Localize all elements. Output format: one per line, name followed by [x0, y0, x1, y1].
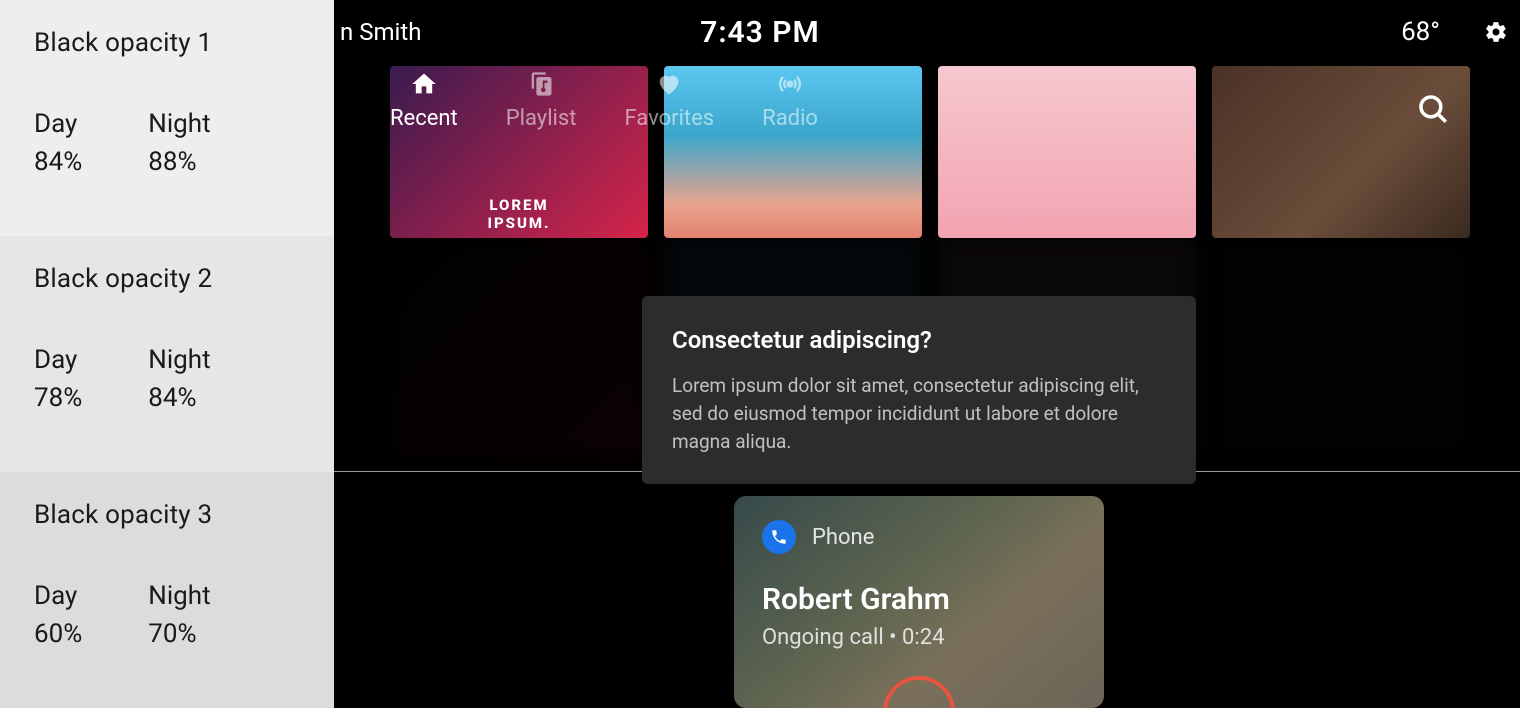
night-label: Night: [148, 106, 210, 144]
tile-label: LOREM IPSUM.: [487, 196, 550, 232]
end-call-button[interactable]: [883, 676, 955, 708]
opacity-sidebar: Black opacity 1 Day 84% Night 88% Black …: [0, 0, 334, 708]
opacity-title: Black opacity 1: [34, 28, 300, 58]
day-value: 84%: [34, 144, 82, 182]
tab-label: Playlist: [506, 106, 577, 131]
search-icon: [1416, 92, 1450, 126]
temperature: 68°: [1401, 17, 1440, 47]
night-label: Night: [148, 342, 210, 380]
dialog-body: Lorem ipsum dolor sit amet, consectetur …: [672, 372, 1166, 456]
tab-label: Favorites: [624, 106, 714, 131]
opacity-title: Black opacity 3: [34, 500, 300, 530]
user-name: n Smith: [340, 18, 421, 46]
call-status: Ongoing call • 0:24: [762, 625, 1076, 650]
phone-icon: [762, 520, 796, 554]
day-value: 78%: [34, 380, 82, 418]
day-label: Day: [34, 578, 82, 616]
dialog-card[interactable]: Consectetur adipiscing? Lorem ipsum dolo…: [642, 296, 1196, 484]
search-button[interactable]: [1416, 92, 1450, 130]
day-label: Day: [34, 342, 82, 380]
clock: 7:43 PM: [700, 15, 820, 50]
radio-icon: [776, 70, 804, 98]
opacity-block-3: Black opacity 3 Day 60% Night 70%: [0, 472, 334, 708]
night-value: 84%: [148, 380, 210, 418]
dialog-title: Consectetur adipiscing?: [672, 326, 1166, 354]
opacity-title: Black opacity 2: [34, 264, 300, 294]
media-tile[interactable]: [938, 66, 1196, 238]
tab-recent[interactable]: Recent: [390, 70, 458, 131]
playlist-icon: [527, 70, 555, 98]
caller-name: Robert Grahm: [762, 582, 1076, 617]
media-tabs: Recent Playlist Favorites Radio: [390, 70, 818, 131]
night-label: Night: [148, 578, 210, 616]
settings-icon[interactable]: [1480, 16, 1512, 48]
tab-label: Radio: [762, 106, 818, 131]
home-icon: [410, 70, 438, 98]
day-label: Day: [34, 106, 82, 144]
tab-label: Recent: [390, 106, 458, 131]
call-card[interactable]: Phone Robert Grahm Ongoing call • 0:24: [734, 496, 1104, 708]
tab-radio[interactable]: Radio: [762, 70, 818, 131]
opacity-block-1: Black opacity 1 Day 84% Night 88%: [0, 0, 334, 236]
tab-favorites[interactable]: Favorites: [624, 70, 714, 131]
night-value: 70%: [148, 616, 210, 654]
heart-icon: [655, 70, 683, 98]
night-value: 88%: [148, 144, 210, 182]
tab-playlist[interactable]: Playlist: [506, 70, 577, 131]
opacity-block-2: Black opacity 2 Day 78% Night 84%: [0, 236, 334, 472]
call-app-label: Phone: [812, 525, 874, 550]
day-value: 60%: [34, 616, 82, 654]
